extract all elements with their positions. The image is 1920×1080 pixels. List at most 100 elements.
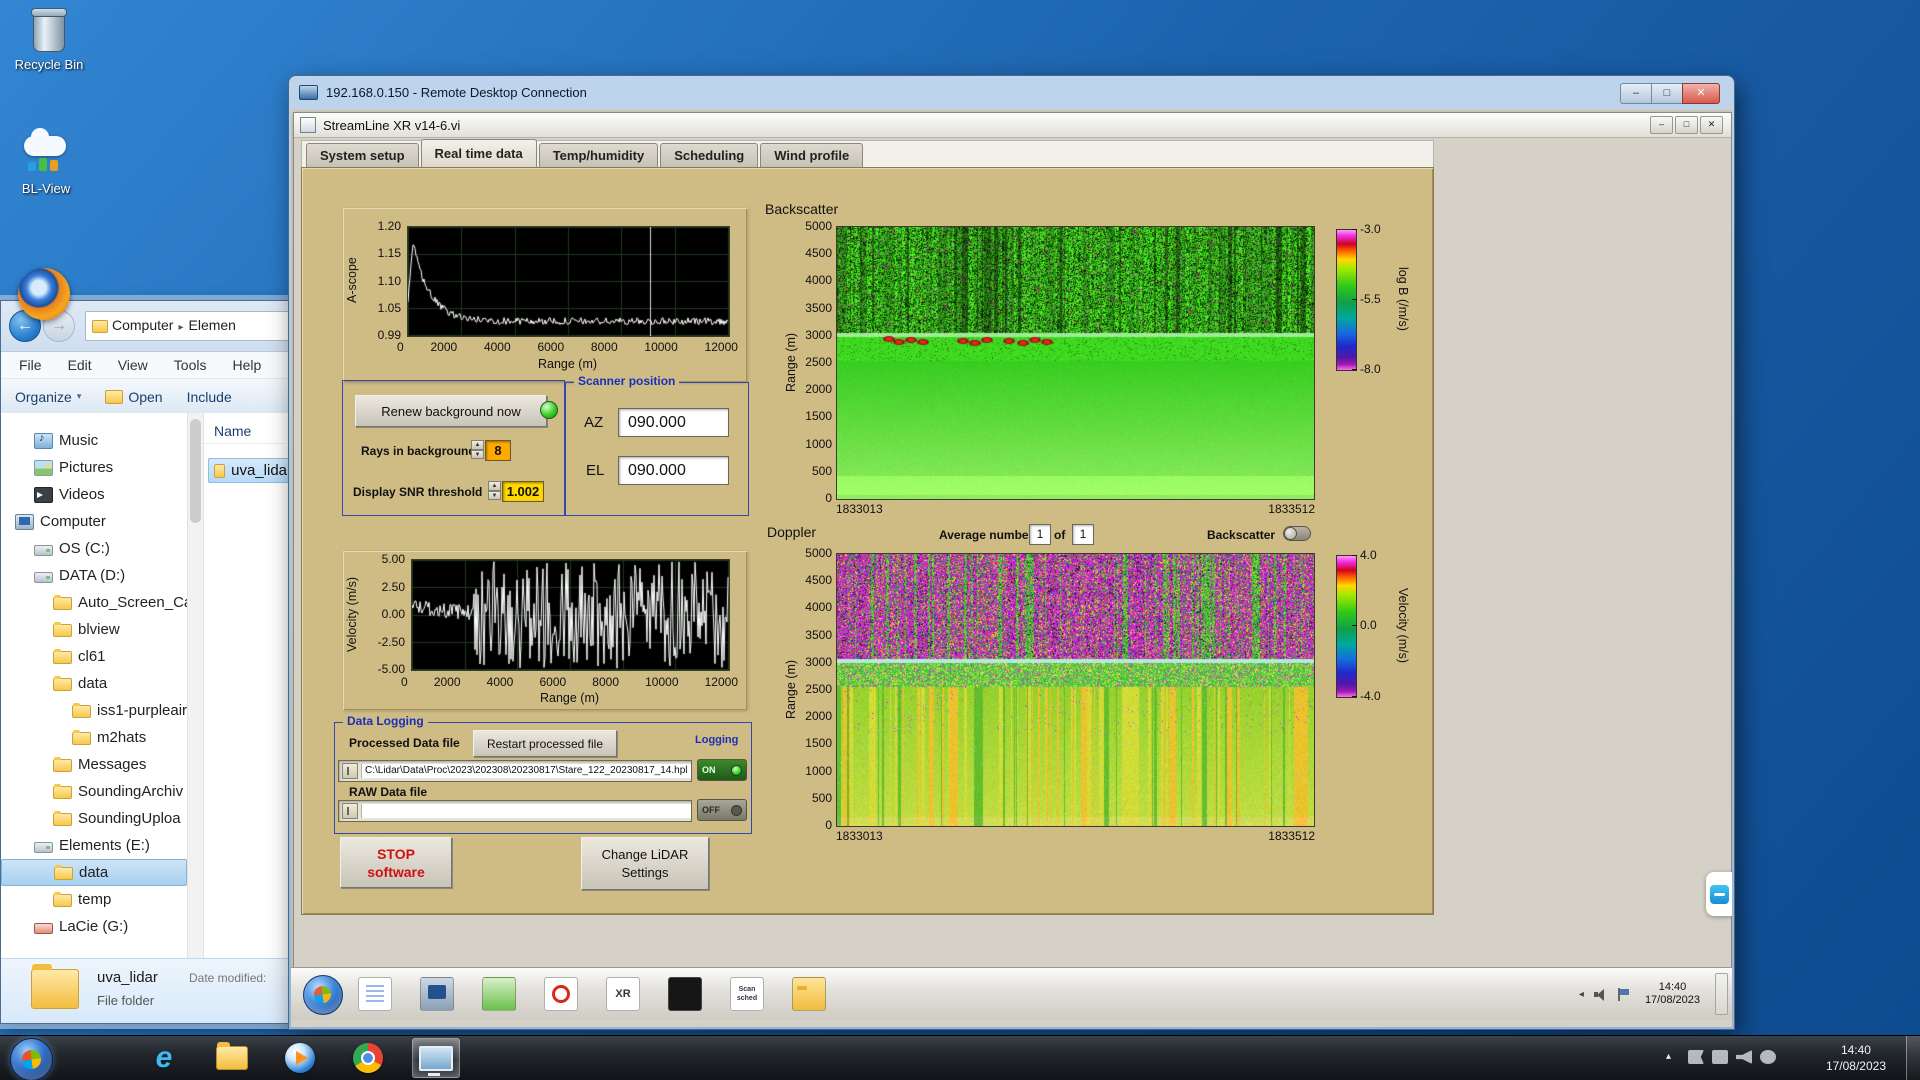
taskbar-media-player-button[interactable] [276,1038,324,1078]
breadcrumb-child[interactable]: Elemen [189,317,236,333]
organize-button[interactable]: Organize ▾ [15,389,81,405]
tab-wind-profile[interactable]: Wind profile [760,143,864,167]
volume-icon[interactable] [1593,988,1607,1001]
tray-collapse-icon[interactable]: ◂ [1579,989,1584,1000]
column-header-name[interactable]: Name [204,419,284,444]
az-field[interactable]: 090.000 [618,408,729,437]
spinner-down-icon[interactable]: ▼ [488,490,501,500]
tree-item-messages[interactable]: Messages [1,751,187,778]
menu-tools[interactable]: Tools [174,357,207,373]
remote-taskbar-green-app-icon[interactable] [482,977,516,1011]
rdp-titlebar[interactable]: 192.168.0.150 - Remote Desktop Connectio… [289,76,1734,109]
tree-item-cl61[interactable]: cl61 [1,643,187,670]
file-item[interactable]: uva_lidar [208,458,293,483]
remote-taskbar-xr-app-icon[interactable]: XR [606,977,640,1011]
remote-start-button[interactable] [303,975,343,1015]
remote-taskbar-notepad-icon[interactable] [358,977,392,1011]
action-center-icon[interactable] [1616,987,1630,1001]
tree-item-pictures[interactable]: Pictures [1,454,187,481]
menu-file[interactable]: File [19,357,42,373]
breadcrumb-root[interactable]: Computer [112,317,173,333]
volume-icon[interactable] [1736,1050,1752,1064]
restore-button[interactable]: □ [1675,116,1698,134]
tray-expand-icon[interactable]: ▴ [1666,1051,1671,1062]
tree-item-data[interactable]: data [1,859,187,886]
path-browse-icon[interactable] [342,803,358,819]
tree-item-temp[interactable]: temp [1,886,187,913]
open-button[interactable]: Open [105,389,163,405]
average-number-field[interactable]: 1 [1029,524,1051,545]
remote-taskbar-scan-scheduler-icon[interactable]: Scan sched [730,977,764,1011]
taskbar-internet-explorer-button[interactable]: e [140,1038,188,1078]
tree-item-os-c-[interactable]: OS (C:) [1,535,187,562]
remote-taskbar-remote-viewer-icon[interactable] [420,977,454,1011]
raw-logging-toggle[interactable]: OFF [697,799,747,821]
snr-spinner[interactable]: ▲ ▼ [488,481,501,500]
labview-titlebar[interactable]: StreamLine XR v14-6.vi – □ ✕ [294,113,1731,138]
scrollbar-thumb[interactable] [190,419,201,523]
close-button[interactable]: ✕ [1700,116,1723,134]
spinner-up-icon[interactable]: ▲ [471,440,484,450]
tree-item-soundinguploa[interactable]: SoundingUploa [1,805,187,832]
rays-spinner[interactable]: ▲ ▼ [471,440,484,459]
browser-logo-icon[interactable] [18,268,70,320]
tree-item-blview[interactable]: blview [1,616,187,643]
processed-logging-toggle[interactable]: ON [697,759,747,781]
restart-processed-button[interactable]: Restart processed file [473,730,617,757]
tab-temp-humidity[interactable]: Temp/humidity [538,143,659,167]
action-center-icon[interactable] [1688,1050,1704,1064]
minimize-button[interactable]: – [1650,116,1673,134]
tree-item-computer[interactable]: Computer [1,508,187,535]
el-field[interactable]: 090.000 [618,456,729,485]
maximize-button[interactable]: □ [1651,83,1682,104]
snr-field[interactable]: 1.002 [502,481,544,502]
stop-software-button[interactable]: STOP software [340,837,452,888]
display-icon[interactable] [1712,1050,1728,1064]
tree-item-music[interactable]: Music [1,427,187,454]
taskbar-windows-explorer-button[interactable] [208,1038,256,1078]
close-button[interactable]: ✕ [1682,83,1720,104]
processed-path-field[interactable]: C:\Lidar\Data\Proc\2023\202308\20230817\… [338,760,692,782]
tab-scheduling[interactable]: Scheduling [660,143,759,167]
include-button[interactable]: Include [187,389,232,405]
tree-item-data[interactable]: data [1,670,187,697]
tree-item-m2hats[interactable]: m2hats [1,724,187,751]
show-desktop-button[interactable] [1906,1036,1920,1080]
change-lidar-settings-button[interactable]: Change LiDAR Settings [581,837,709,890]
tree-item-soundingarchiv[interactable]: SoundingArchiv [1,778,187,805]
average-of-field[interactable]: 1 [1072,524,1094,545]
renew-background-button[interactable]: Renew background now [355,395,547,427]
path-browse-icon[interactable] [342,763,358,779]
taskbar-chrome-button[interactable] [344,1038,392,1078]
tab-real-time-data[interactable]: Real time data [420,139,537,167]
backscatter-toggle[interactable] [1283,526,1311,541]
network-icon[interactable] [1760,1050,1776,1064]
spinner-down-icon[interactable]: ▼ [471,449,484,459]
tree-item-auto-screen-ca[interactable]: Auto_Screen_Ca [1,589,187,616]
menu-view[interactable]: View [118,357,148,373]
minimize-button[interactable]: – [1620,83,1651,104]
tree-item-elements-e-[interactable]: Elements (E:) [1,832,187,859]
remote-taskbar-power-icon[interactable] [544,977,578,1011]
address-bar[interactable]: Computer ▸ Elemen [85,311,293,341]
taskbar-remote-desktop-button[interactable] [412,1038,460,1078]
show-desktop-button[interactable] [1715,973,1728,1015]
host-clock[interactable]: 14:40 17/08/2023 [1826,1042,1886,1074]
tree-item-lacie-g-[interactable]: LaCie (G:) [1,913,187,940]
tree-item-data-d-[interactable]: DATA (D:) [1,562,187,589]
teamviewer-tab[interactable] [1706,872,1732,916]
tree-item-videos[interactable]: Videos [1,481,187,508]
spinner-up-icon[interactable]: ▲ [488,481,501,491]
tab-system-setup[interactable]: System setup [306,143,419,167]
desktop-icon-recycle-bin[interactable]: Recycle Bin [3,6,95,72]
tree-scrollbar[interactable] [187,413,203,959]
start-button[interactable] [10,1038,53,1080]
tree-item-iss1-purpleair-[interactable]: iss1-purpleair- [1,697,187,724]
remote-clock[interactable]: 14:40 17/08/2023 [1639,981,1706,1007]
desktop-icon-bl-view[interactable]: BL-View [0,128,92,196]
remote-taskbar-console-icon[interactable] [668,977,702,1011]
remote-taskbar-folder-icon[interactable] [792,977,826,1011]
rays-field[interactable]: 8 [485,440,511,461]
raw-path-field[interactable] [338,800,692,822]
menu-edit[interactable]: Edit [68,357,92,373]
